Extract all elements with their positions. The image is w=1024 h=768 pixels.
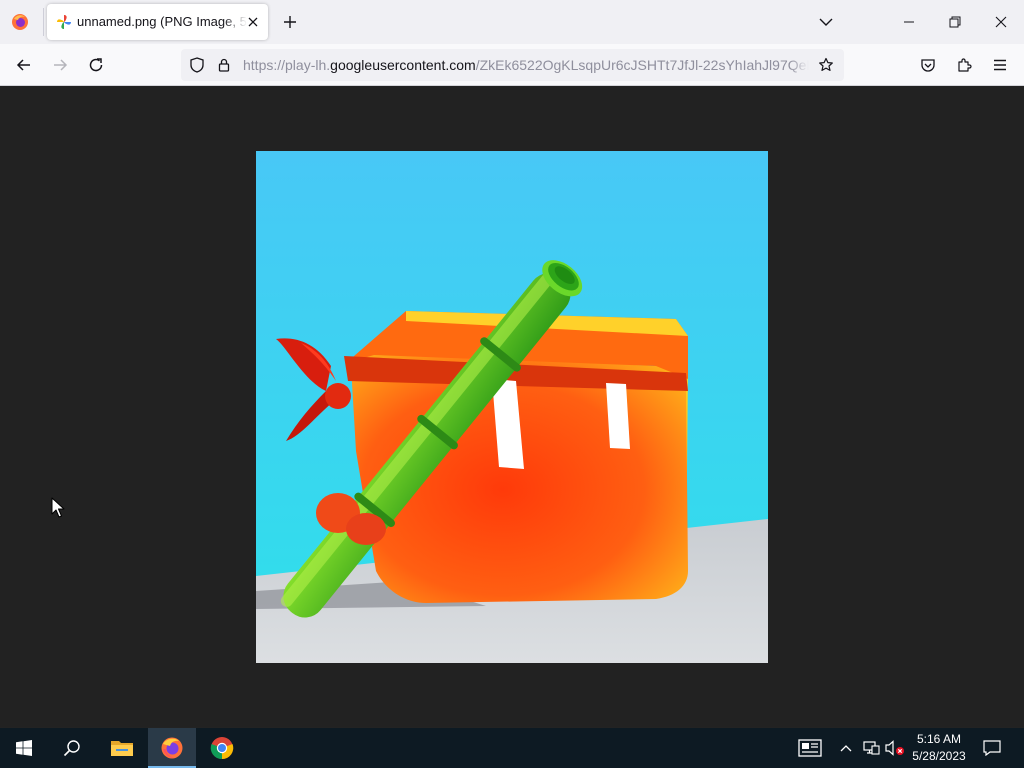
- image-viewer: [0, 86, 1024, 727]
- chevron-down-icon: [819, 18, 833, 26]
- folder-icon: [111, 741, 133, 756]
- back-button[interactable]: [11, 52, 37, 78]
- windows-logo-icon: [16, 740, 32, 756]
- firefox-icon: [161, 737, 183, 759]
- restore-icon: [949, 16, 961, 28]
- reload-button[interactable]: [83, 52, 109, 78]
- app-menu-button[interactable]: [987, 52, 1013, 78]
- displayed-image[interactable]: [256, 151, 768, 663]
- plus-icon: [284, 16, 296, 28]
- close-icon: [995, 16, 1007, 28]
- search-icon: [63, 740, 80, 757]
- clock-time: 5:16 AM: [916, 732, 962, 746]
- close-window-button[interactable]: [978, 0, 1024, 44]
- hamburger-menu-icon: [994, 59, 1006, 71]
- tracking-protection-shield-icon[interactable]: [189, 57, 205, 73]
- tab-title: unnamed.png (PNG Image, 512 × 512 pixels…: [77, 4, 247, 40]
- url-host: googleusercontent.com: [330, 57, 476, 73]
- extensions-button[interactable]: [951, 52, 977, 78]
- action-center-button[interactable]: [976, 728, 1008, 768]
- chrome-icon: [210, 737, 234, 760]
- url-text[interactable]: https://play-lh.googleusercontent.com/Zk…: [243, 49, 809, 81]
- forward-arrow-icon: [54, 59, 68, 71]
- firefox-taskbar-button[interactable]: [148, 728, 196, 768]
- chrome-taskbar-button[interactable]: [198, 728, 246, 768]
- cube-ninja-artwork: [256, 151, 768, 663]
- search-button[interactable]: [48, 728, 96, 768]
- back-arrow-icon: [16, 59, 30, 71]
- lock-icon[interactable]: [216, 57, 232, 73]
- clock-date: 5/28/2023: [912, 749, 966, 763]
- list-all-tabs-button[interactable]: [814, 10, 838, 34]
- restore-button[interactable]: [932, 0, 978, 44]
- new-tab-button[interactable]: [278, 10, 302, 34]
- tab-separator: [43, 8, 44, 36]
- firefox-view-icon[interactable]: [8, 10, 32, 34]
- forward-button[interactable]: [47, 52, 73, 78]
- minimize-button[interactable]: [886, 0, 932, 44]
- puzzle-piece-icon: [958, 58, 972, 72]
- news-icon: [798, 739, 822, 757]
- tab-strip: unnamed.png (PNG Image, 512 × 512 pixels…: [0, 0, 1024, 44]
- chevron-up-icon: [840, 745, 852, 752]
- url-path: /ZkEk6522OgKLsqpUr6cJSHTt7JfJl-22sYhIahJ…: [475, 57, 809, 73]
- url-prefix: https://play-lh.: [243, 57, 331, 73]
- pocket-icon: [921, 59, 935, 72]
- start-button[interactable]: [0, 728, 48, 768]
- windows-taskbar: 5:16 AM 5/28/2023: [0, 728, 1024, 768]
- close-tab-icon[interactable]: [244, 13, 262, 31]
- speaker-muted-icon: [885, 740, 904, 756]
- volume-button[interactable]: [884, 728, 906, 768]
- minimize-icon: [904, 21, 914, 23]
- photos-favicon-icon: [56, 14, 72, 30]
- network-status-button[interactable]: [860, 728, 882, 768]
- network-icon: [863, 741, 880, 755]
- file-explorer-button[interactable]: [98, 728, 146, 768]
- system-clock[interactable]: 5:16 AM 5/28/2023: [904, 728, 974, 768]
- bookmark-star-icon[interactable]: [818, 57, 834, 73]
- reload-icon: [89, 58, 103, 72]
- tab-unnamed-png[interactable]: unnamed.png (PNG Image, 512 × 512 pixels…: [47, 4, 268, 40]
- show-hidden-icons-button[interactable]: [836, 728, 856, 768]
- news-and-interests-button[interactable]: [793, 728, 827, 768]
- address-bar[interactable]: https://play-lh.googleusercontent.com/Zk…: [181, 49, 844, 81]
- pocket-button[interactable]: [915, 52, 941, 78]
- mouse-pointer-icon: [51, 497, 65, 524]
- navigation-toolbar: https://play-lh.googleusercontent.com/Zk…: [0, 44, 1024, 86]
- notification-icon: [983, 740, 1001, 756]
